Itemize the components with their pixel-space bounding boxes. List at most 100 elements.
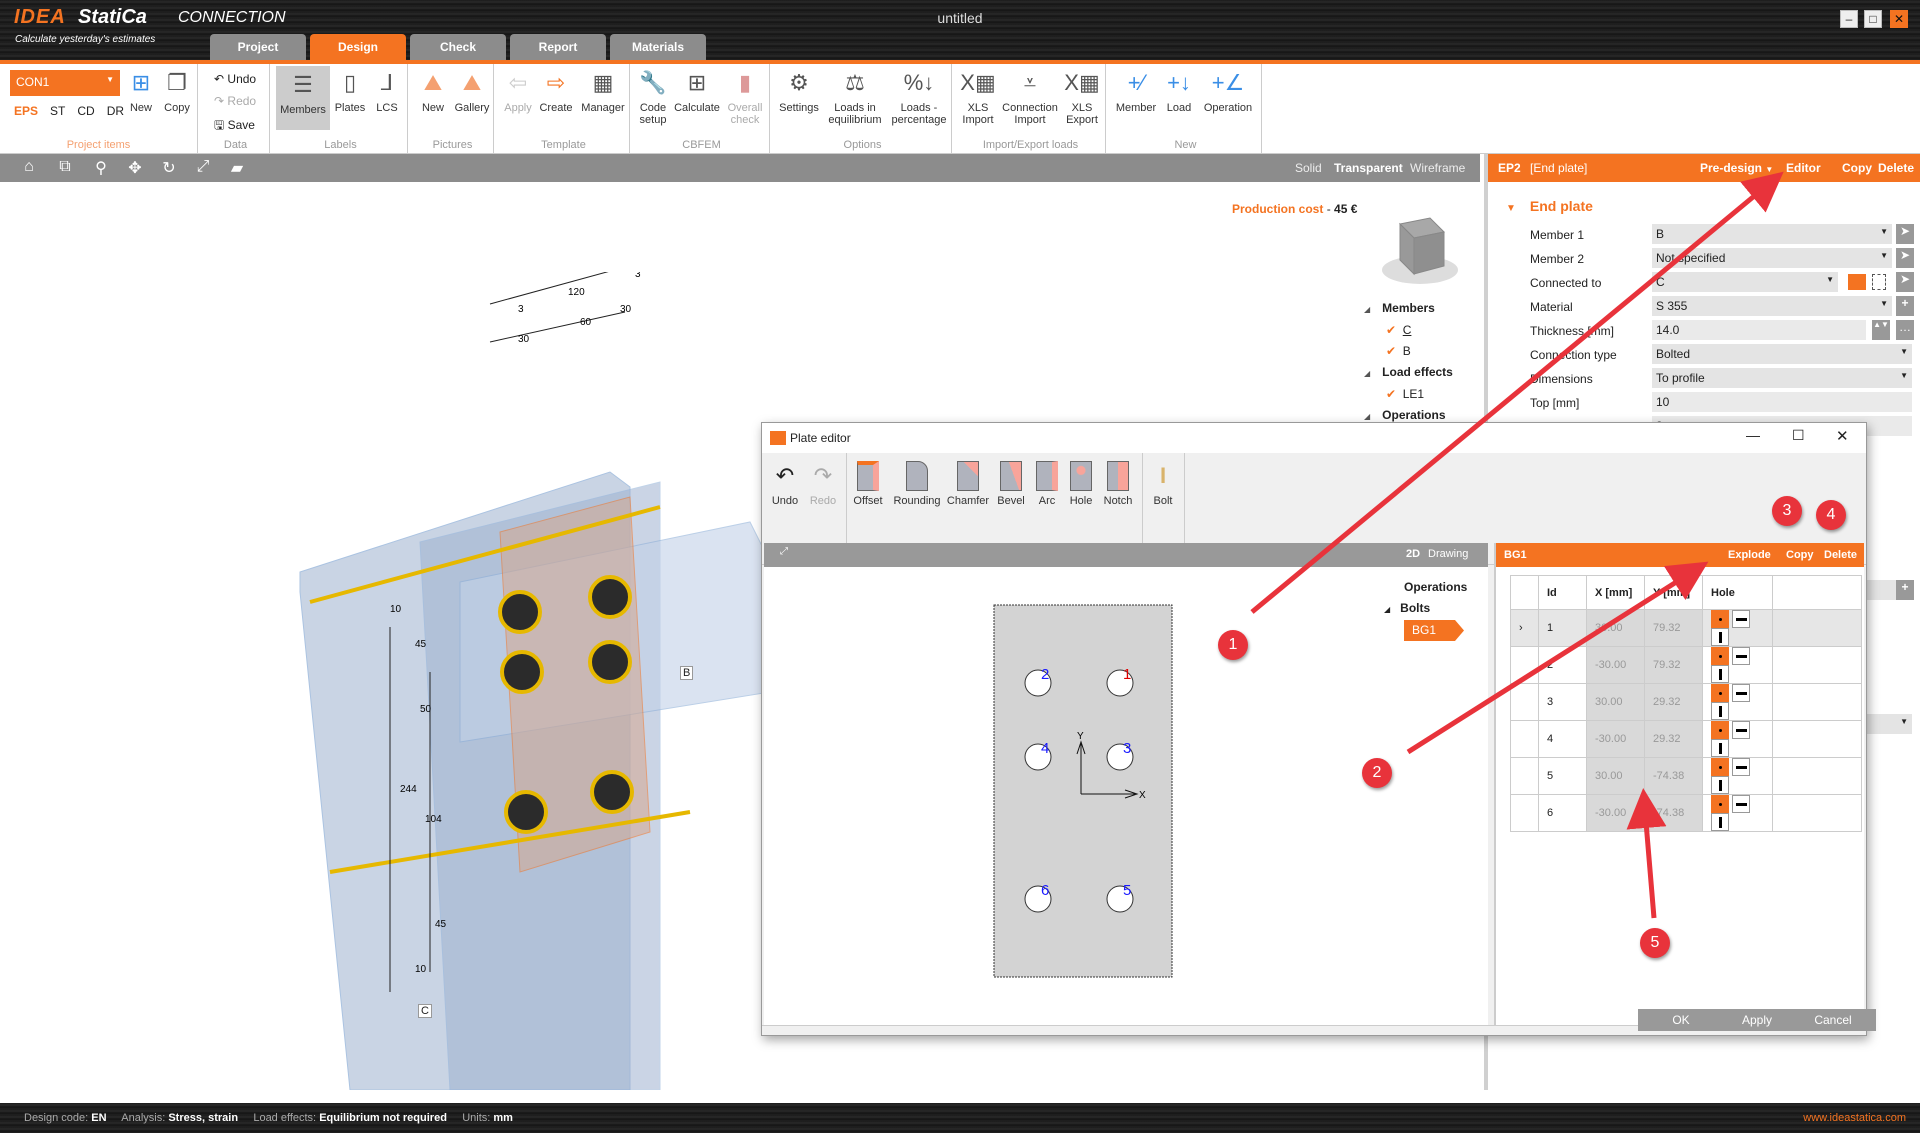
pe-undo-button[interactable]: ↶ Undo	[768, 461, 802, 508]
new-member-button[interactable]: +⁄ Member	[1112, 68, 1160, 115]
members-label-toggle[interactable]: ☰ Members	[276, 66, 330, 130]
top-input[interactable]: 10	[1652, 392, 1912, 412]
bg-copy-button[interactable]: Copy	[1786, 549, 1814, 561]
hole-round-icon[interactable]	[1711, 610, 1729, 628]
create-template-button[interactable]: ⇨ Create	[536, 68, 576, 115]
pick-cursor-icon[interactable]: ➤	[1896, 224, 1914, 244]
hole-slot-horizontal-icon[interactable]	[1732, 721, 1750, 739]
hole-slot-vertical-icon[interactable]	[1711, 739, 1729, 757]
code-setup-button[interactable]: 🔧 Code setup	[636, 68, 670, 127]
chamfer-button[interactable]: Chamfer	[946, 461, 990, 507]
mode-transparent[interactable]: Transparent	[1334, 161, 1403, 175]
tree-members[interactable]: ◢ Members	[1364, 298, 1453, 320]
new-load-button[interactable]: +↓ Load	[1162, 68, 1196, 115]
copy-item-button[interactable]: ❐ Copy	[160, 68, 194, 115]
mode-wireframe[interactable]: Wireframe	[1410, 161, 1465, 175]
type-dr[interactable]: DR	[107, 104, 124, 118]
member2-select[interactable]: Not specified ▼	[1652, 248, 1892, 268]
zoom-icon[interactable]: ⚲	[90, 158, 112, 178]
apply-template-button[interactable]: ⇦ Apply	[500, 68, 536, 115]
hole-slot-vertical-icon[interactable]	[1711, 813, 1729, 831]
loads-equilibrium-button[interactable]: ⚖ Loads in equilibrium	[824, 68, 886, 127]
tab-design[interactable]: Design	[310, 34, 406, 60]
mode-drawing[interactable]: Drawing	[1428, 548, 1468, 560]
maximize-button[interactable]: □	[1864, 10, 1882, 28]
xls-import-button[interactable]: X▦ XLS Import	[958, 68, 998, 127]
ok-button[interactable]: OK	[1638, 1009, 1724, 1031]
pick-cursor-icon[interactable]: ➤	[1896, 272, 1914, 292]
hole-round-icon[interactable]	[1711, 684, 1729, 702]
mode-2d[interactable]: 2D	[1406, 548, 1420, 560]
connection-type-select[interactable]: Bolted ▼	[1652, 344, 1912, 364]
explode-button[interactable]: Explode	[1728, 549, 1771, 561]
cell-y[interactable]: 79.32	[1644, 646, 1703, 684]
mode-solid[interactable]: Solid	[1295, 161, 1322, 175]
home-icon[interactable]: ⌂	[18, 158, 40, 178]
dialog-close-button[interactable]: ✕	[1836, 427, 1849, 445]
loads-percentage-button[interactable]: %↓ Loads - percentage	[888, 68, 950, 127]
cell-y[interactable]: 29.32	[1644, 720, 1703, 758]
new-picture-button[interactable]: ⛰ New	[416, 68, 450, 115]
cell-x[interactable]: 30.00	[1586, 609, 1645, 647]
hole-slot-vertical-icon[interactable]	[1711, 776, 1729, 794]
cell-x[interactable]: -30.00	[1586, 646, 1645, 684]
close-button[interactable]: ✕	[1890, 10, 1908, 28]
plate-canvas[interactable]: 1 2 3 4 5 6 Y X Operations ◢ Bolts BG1	[764, 567, 1488, 1025]
dialog-maximize-button[interactable]: ☐	[1792, 427, 1805, 444]
predesign-button[interactable]: Pre-design ▼	[1700, 161, 1773, 175]
tab-project[interactable]: Project	[210, 34, 306, 60]
hole-slot-vertical-icon[interactable]	[1711, 628, 1729, 646]
connection-import-button[interactable]: ⩡ Connection Import	[998, 68, 1062, 127]
rotate-icon[interactable]: ↻	[158, 158, 180, 178]
template-manager-button[interactable]: ▦ Manager	[578, 68, 628, 115]
expand-icon[interactable]: ⤢	[780, 546, 788, 557]
cell-y[interactable]: 29.32	[1644, 683, 1703, 721]
spinner-icon[interactable]: ▲▼	[1872, 320, 1890, 340]
calculate-button[interactable]: ⊞ Calculate	[672, 68, 722, 115]
zoom-extents-icon[interactable]: ⤢	[192, 158, 214, 178]
undo-button[interactable]: ↶ Undo	[214, 72, 256, 86]
hole-slot-horizontal-icon[interactable]	[1732, 795, 1750, 813]
arc-button[interactable]: Arc	[1032, 461, 1062, 507]
add-material-icon[interactable]: +	[1896, 296, 1914, 316]
cell-x[interactable]: 30.00	[1586, 757, 1645, 795]
hole-round-icon[interactable]	[1711, 758, 1729, 776]
lcs-label-toggle[interactable]: ⅃ LCS	[370, 68, 404, 115]
checkbox-checked-icon[interactable]: ✔	[1386, 344, 1396, 358]
plates-label-toggle[interactable]: ▯ Plates	[332, 68, 368, 115]
type-eps[interactable]: EPS	[14, 104, 38, 118]
cell-y[interactable]: 79.32	[1644, 609, 1703, 647]
gallery-button[interactable]: ⛰ Gallery	[452, 68, 492, 115]
table-row[interactable]: 3 30.00 29.32	[1510, 683, 1862, 721]
table-row[interactable]: 2 -30.00 79.32	[1510, 646, 1862, 684]
editor-button[interactable]: Editor	[1786, 161, 1821, 175]
tab-materials[interactable]: Materials	[610, 34, 706, 60]
hole-slot-horizontal-icon[interactable]	[1732, 758, 1750, 776]
hole-slot-vertical-icon[interactable]	[1711, 665, 1729, 683]
minimize-button[interactable]: –	[1840, 10, 1858, 28]
offset-button[interactable]: Offset	[850, 461, 886, 507]
more-button[interactable]: …	[1896, 320, 1914, 340]
cell-x[interactable]: -30.00	[1586, 794, 1645, 832]
3d-model[interactable]: 120 3 30 60 30 3 10 45 50 244 104 45 10	[290, 272, 770, 1090]
tree-bg1[interactable]: BG1	[1404, 620, 1464, 641]
tree-operations[interactable]: Operations	[1404, 577, 1467, 598]
cell-x[interactable]: -30.00	[1586, 720, 1645, 758]
flange-connection-icon[interactable]	[1848, 274, 1866, 290]
tree-bolts[interactable]: ◢ Bolts	[1384, 598, 1467, 620]
checkbox-checked-icon[interactable]: ✔	[1386, 323, 1396, 337]
hole-button[interactable]: Hole	[1066, 461, 1096, 507]
cell-y[interactable]: -74.38	[1644, 794, 1703, 832]
table-row[interactable]: 6 -30.00 -74.38	[1510, 794, 1862, 832]
member-label-b[interactable]: B	[680, 666, 694, 680]
pick-cursor-icon[interactable]: ➤	[1896, 248, 1914, 268]
notch-button[interactable]: Notch	[1100, 461, 1136, 507]
redo-button[interactable]: ↷ Redo	[214, 94, 256, 108]
website-link[interactable]: www.ideastatica.com	[1803, 1112, 1906, 1124]
hole-round-icon[interactable]	[1711, 721, 1729, 739]
pe-redo-button[interactable]: ↷ Redo	[806, 461, 840, 508]
connection-select[interactable]: CON1 ▼	[10, 70, 120, 96]
bg-delete-button[interactable]: Delete	[1824, 549, 1857, 561]
dimensions-select[interactable]: To profile ▼	[1652, 368, 1912, 388]
checkbox-checked-icon[interactable]: ✔	[1386, 387, 1396, 401]
